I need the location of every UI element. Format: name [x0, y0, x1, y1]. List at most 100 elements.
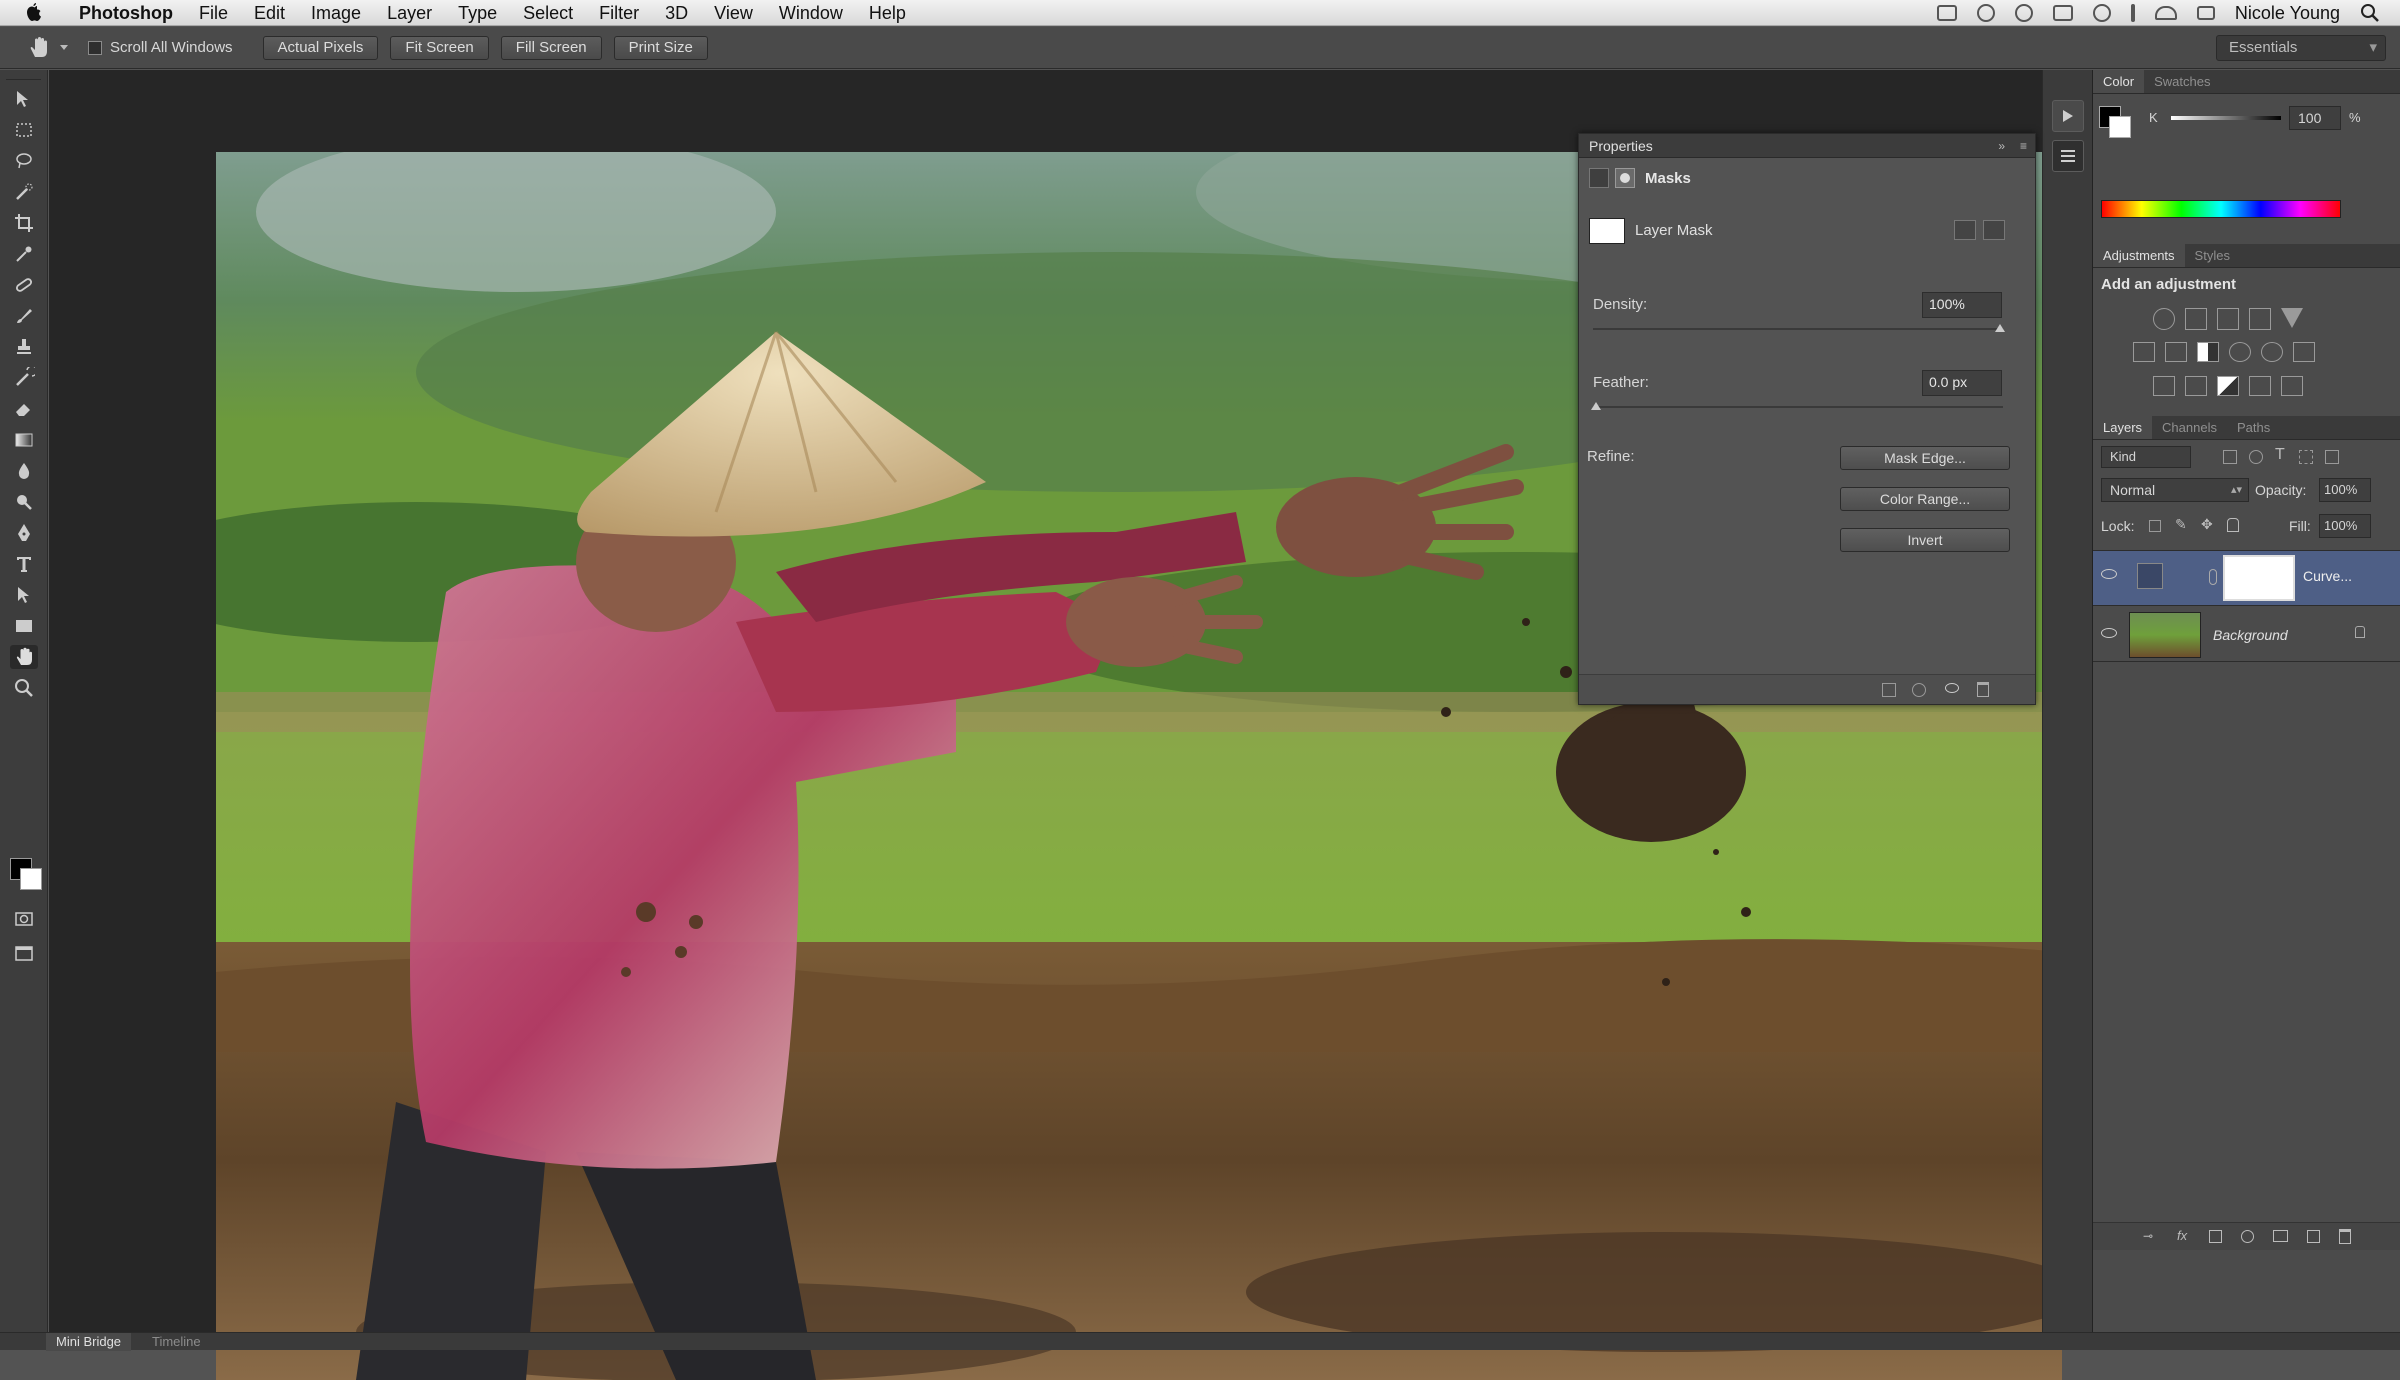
gradient-tool-icon[interactable]: [10, 428, 38, 452]
blend-mode-select[interactable]: Normal ▴▾: [2101, 478, 2249, 502]
invert-button[interactable]: Invert: [1840, 528, 2010, 552]
hand-tool-icon[interactable]: [26, 35, 52, 61]
lock-all-icon[interactable]: [2227, 518, 2239, 532]
vibrance-icon[interactable]: [2281, 308, 2303, 328]
new-adjustment-layer-icon[interactable]: [2241, 1230, 2254, 1243]
marquee-tool-icon[interactable]: [10, 118, 38, 142]
menu-help[interactable]: Help: [856, 0, 919, 26]
tab-swatches[interactable]: Swatches: [2144, 70, 2220, 93]
feather-slider-thumb[interactable]: [1591, 402, 1601, 410]
filter-type-icon[interactable]: T: [2275, 446, 2285, 464]
link-layers-icon[interactable]: ⊸: [2143, 1229, 2153, 1243]
type-tool-icon[interactable]: [10, 552, 38, 576]
density-slider-thumb[interactable]: [1995, 324, 2005, 332]
color-spectrum-ramp[interactable]: [2101, 200, 2341, 218]
invert-adjustment-icon[interactable]: [2153, 376, 2175, 396]
levels-icon[interactable]: [2185, 308, 2207, 330]
layer-row-curves[interactable]: Curve...: [2093, 550, 2400, 606]
eraser-tool-icon[interactable]: [10, 397, 38, 421]
eyedropper-tool-icon[interactable]: [10, 242, 38, 266]
layer-name[interactable]: Background: [2213, 627, 2288, 643]
tool-preset-chevron-icon[interactable]: [60, 44, 68, 51]
volume-icon[interactable]: [2196, 6, 2215, 20]
menu-select[interactable]: Select: [510, 0, 586, 26]
rectangle-tool-icon[interactable]: [10, 614, 38, 638]
move-tool-icon[interactable]: [10, 87, 38, 111]
color-balance-icon[interactable]: [2165, 342, 2187, 362]
feather-slider-track[interactable]: [1593, 406, 2003, 408]
feather-input[interactable]: 0.0 px: [1922, 370, 2002, 396]
selective-color-icon[interactable]: [2281, 376, 2303, 396]
brush-tool-icon[interactable]: [10, 304, 38, 328]
hand-tool-button-icon[interactable]: [10, 645, 38, 669]
history-panel-icon[interactable]: [2051, 100, 2084, 132]
menu-app-name[interactable]: Photoshop: [66, 0, 186, 26]
display-icon[interactable]: [2052, 5, 2073, 21]
layer-name[interactable]: Curve...: [2303, 568, 2352, 584]
new-group-icon[interactable]: [2273, 1230, 2288, 1242]
layer-style-fx-icon[interactable]: fx: [2177, 1228, 2187, 1243]
healing-brush-tool-icon[interactable]: [10, 273, 38, 297]
fill-input[interactable]: 100%: [2319, 514, 2371, 538]
pixel-mask-button-icon[interactable]: [1954, 220, 1976, 240]
scroll-all-windows-checkbox[interactable]: [88, 40, 102, 55]
tab-layers[interactable]: Layers: [2093, 416, 2153, 439]
tab-color[interactable]: Color: [2093, 70, 2145, 93]
clock-icon[interactable]: [2092, 4, 2111, 22]
brightness-contrast-icon[interactable]: [2153, 308, 2175, 330]
lock-image-icon[interactable]: ✎: [2175, 516, 2187, 533]
layer-mask-thumbnail[interactable]: [1589, 218, 1625, 244]
delete-mask-icon[interactable]: [1977, 682, 1989, 697]
color-range-button[interactable]: Color Range...: [1840, 487, 2010, 511]
filter-pixel-icon[interactable]: [2223, 450, 2237, 464]
hue-saturation-icon[interactable]: [2133, 342, 2155, 362]
quick-mask-icon[interactable]: [10, 907, 38, 931]
background-color-swatch[interactable]: [20, 868, 42, 890]
workspace-switcher[interactable]: Essentials ▾: [2216, 35, 2386, 61]
layer-filter-kind-select[interactable]: Kind: [2101, 446, 2191, 468]
menu-image[interactable]: Image: [298, 0, 374, 26]
add-mask-icon[interactable]: [2209, 1230, 2222, 1243]
screen-mode-icon[interactable]: [10, 941, 38, 965]
toggle-visibility-icon[interactable]: [1945, 683, 1959, 693]
menu-edit[interactable]: Edit: [241, 0, 298, 26]
color-background-swatch[interactable]: [2109, 116, 2131, 138]
dodge-tool-icon[interactable]: [10, 490, 38, 514]
fit-screen-button[interactable]: Fit Screen: [390, 35, 489, 60]
posterize-icon[interactable]: [2185, 376, 2207, 396]
filter-shape-icon[interactable]: [2299, 450, 2313, 464]
menu-view[interactable]: View: [701, 0, 766, 26]
filter-adjustment-icon[interactable]: [2249, 450, 2263, 464]
menu-filter[interactable]: Filter: [586, 0, 652, 26]
panel-collapse-icon[interactable]: »: [1998, 134, 2005, 158]
tab-timeline[interactable]: Timeline: [142, 1333, 211, 1351]
k-value-input[interactable]: 100: [2289, 106, 2341, 130]
print-size-button[interactable]: Print Size: [613, 35, 708, 60]
properties-panel-header[interactable]: Properties » ≡: [1579, 134, 2035, 158]
density-slider-track[interactable]: [1593, 328, 2003, 330]
mask-mode-icon[interactable]: [1615, 168, 1635, 188]
quick-selection-tool-icon[interactable]: [10, 180, 38, 204]
zoom-tool-icon[interactable]: [10, 676, 38, 700]
toolbar-grip[interactable]: [6, 74, 41, 80]
adjustment-mode-icon[interactable]: [1589, 168, 1609, 188]
menu-file[interactable]: File: [186, 0, 241, 26]
fill-screen-button[interactable]: Fill Screen: [500, 35, 602, 60]
actual-pixels-button[interactable]: Actual Pixels: [262, 35, 379, 60]
opacity-input[interactable]: 100%: [2319, 478, 2371, 502]
density-input[interactable]: 100%: [1922, 292, 2002, 318]
spotlight-search-icon[interactable]: [2360, 3, 2380, 23]
layer-visibility-eye-icon[interactable]: [2101, 628, 2117, 638]
layer-mask-thumbnail-small[interactable]: [2223, 555, 2295, 601]
tab-paths[interactable]: Paths: [2227, 416, 2280, 439]
apply-mask-icon[interactable]: [1912, 683, 1926, 697]
tab-styles[interactable]: Styles: [2185, 244, 2240, 267]
layer-row-background[interactable]: Background: [2093, 606, 2400, 662]
exposure-icon[interactable]: [2249, 308, 2271, 330]
clone-stamp-tool-icon[interactable]: [10, 335, 38, 359]
color-lookup-icon[interactable]: [2293, 342, 2315, 362]
history-brush-tool-icon[interactable]: [10, 366, 38, 390]
wifi-icon[interactable]: [2154, 6, 2177, 20]
mask-edge-button[interactable]: Mask Edge...: [1840, 446, 2010, 470]
curves-icon[interactable]: [2217, 308, 2239, 330]
